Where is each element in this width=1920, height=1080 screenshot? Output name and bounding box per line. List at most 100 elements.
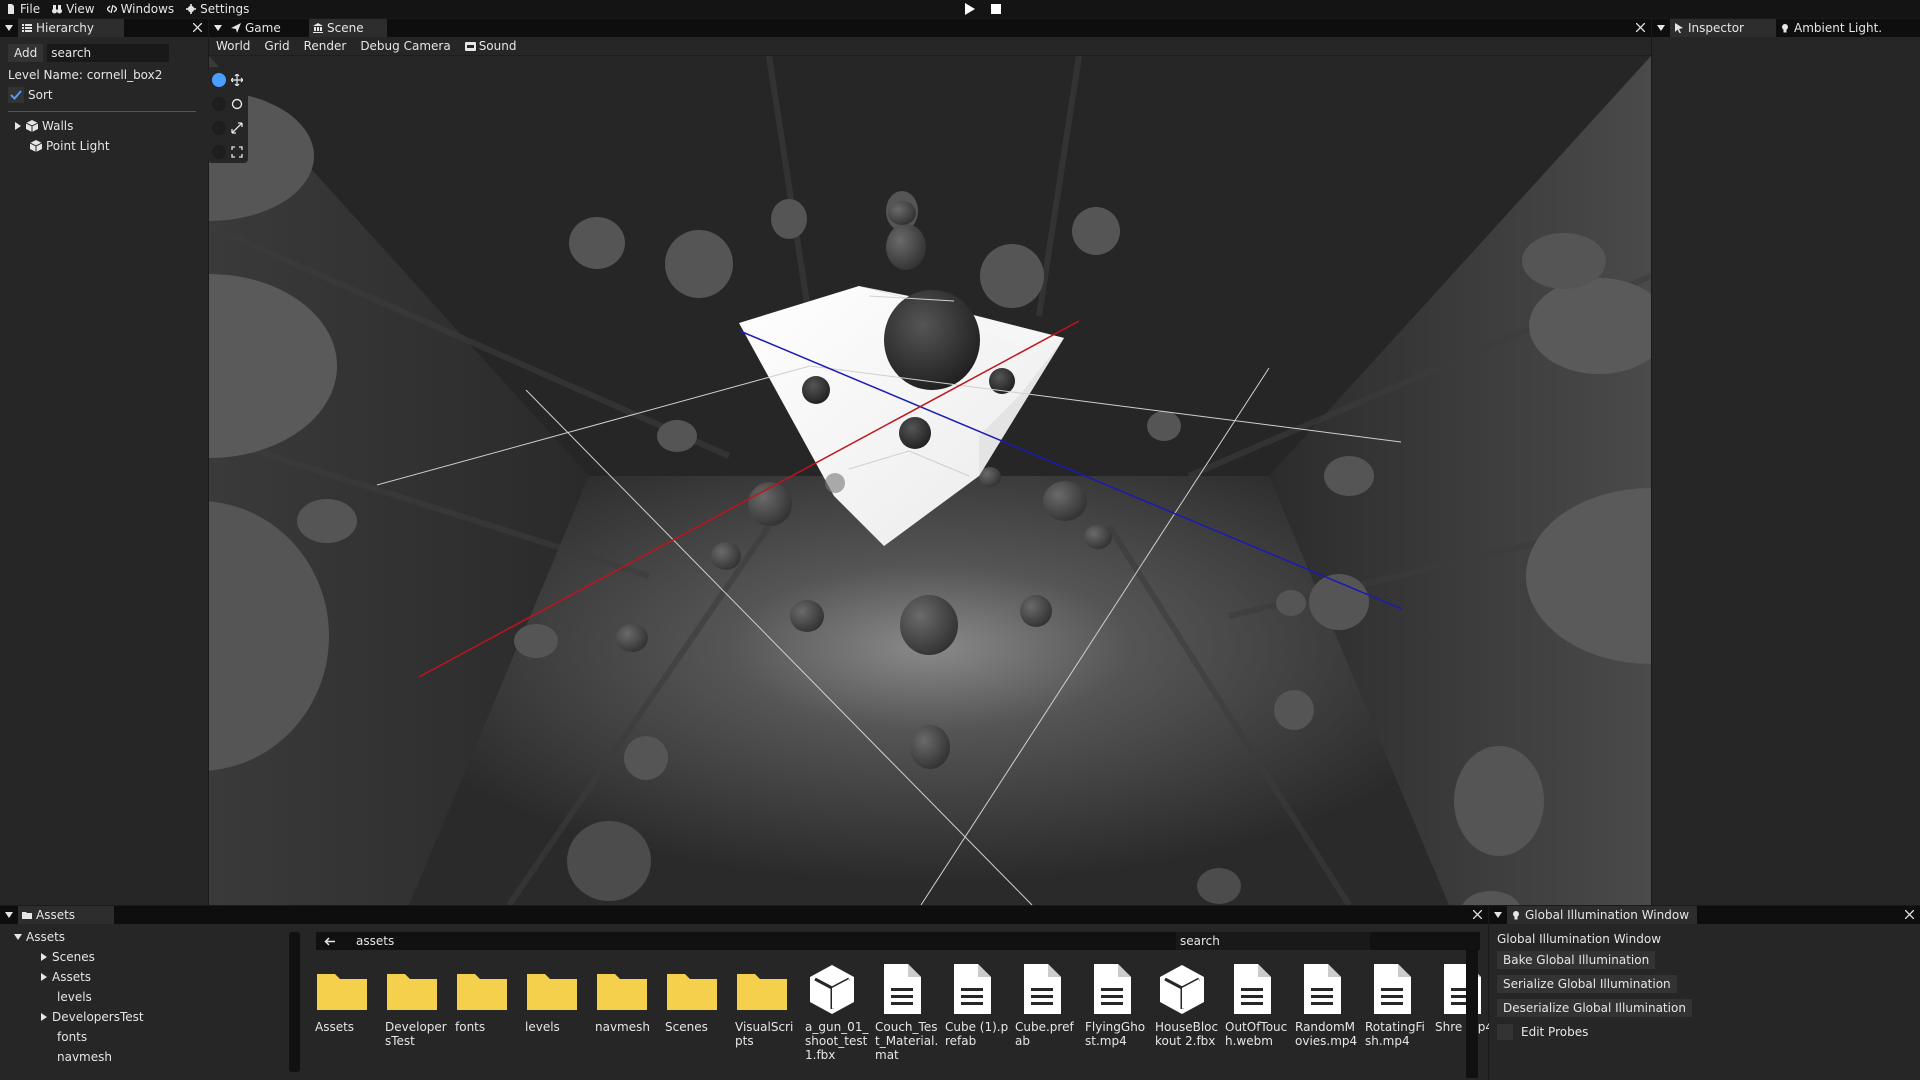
binoculars-icon [52, 5, 63, 14]
asset-tree-item[interactable]: Assets [40, 968, 91, 986]
file-item[interactable]: Cube (1).prefab [940, 956, 1008, 1076]
file-item[interactable]: RotatingFish.mp4 [1360, 956, 1425, 1076]
asset-tree-label: fonts [57, 1030, 88, 1044]
folder-item[interactable]: VisualScripts [730, 956, 793, 1076]
menu-world[interactable]: World [209, 39, 257, 53]
tab-ambient-light-label: Ambient Light. [1794, 21, 1883, 35]
folder-item[interactable]: navmesh [590, 956, 652, 1076]
asset-tree-item[interactable]: fonts [57, 1028, 87, 1046]
tab-assets[interactable]: Assets [18, 906, 114, 924]
folder-item[interactable]: DevelopersTest [380, 956, 447, 1076]
checkmark-icon [10, 90, 22, 100]
edit-probes-checkbox[interactable] [1497, 1024, 1513, 1040]
asset-label: Cube.prefab [1015, 1020, 1074, 1048]
file-item[interactable]: HouseBlockout 2.fbx [1150, 956, 1218, 1076]
tab-game[interactable]: Game [227, 19, 309, 37]
asset-tree-label: levels [57, 990, 92, 1004]
expand-arrow-icon [41, 1013, 47, 1021]
play-button[interactable] [962, 2, 978, 16]
tab-inspector[interactable]: Inspector [1670, 19, 1776, 37]
collapse-icon[interactable] [0, 906, 18, 924]
hierarchy-toolbar: Add search [8, 44, 170, 62]
folder-icon [667, 974, 717, 1010]
file-item[interactable]: Shre mp4 [1430, 956, 1493, 1076]
file-item[interactable]: a_gun_01_shoot_test1.fbx [800, 956, 868, 1076]
hierarchy-close-button[interactable] [190, 20, 204, 34]
file-item[interactable]: RandomMovies.mp4 [1290, 956, 1357, 1076]
file-item[interactable]: Cube.prefab [1010, 956, 1074, 1076]
scale-icon[interactable] [230, 121, 244, 135]
folder-item[interactable]: levels [520, 956, 582, 1076]
folder-icon [527, 974, 577, 1010]
asset-tree-item[interactable]: levels [57, 988, 92, 1006]
folder-icon [597, 974, 647, 1010]
global-illumination-panel: Global Illumination Window Global Illumi… [1489, 906, 1920, 1080]
asset-label: OutOfTouch.webm [1225, 1020, 1288, 1048]
menu-view[interactable]: View [46, 0, 100, 18]
tab-hierarchy[interactable]: Hierarchy [18, 19, 124, 37]
back-button[interactable] [320, 932, 338, 950]
asset-label: RandomMovies.mp4 [1295, 1020, 1358, 1048]
menu-settings[interactable]: Settings [180, 0, 255, 18]
asset-tree-scrollbar[interactable] [289, 932, 300, 1072]
asset-tree-item[interactable]: Scenes [40, 948, 95, 966]
edit-probes-toggle[interactable]: Edit Probes [1497, 1023, 1588, 1041]
file-item[interactable]: OutOfTouch.webm [1220, 956, 1287, 1076]
serialize-gi-button[interactable]: Serialize Global Illumination [1497, 975, 1677, 993]
deserialize-gi-button[interactable]: Deserialize Global Illumination [1497, 999, 1692, 1017]
tab-gi-label: Global Illumination Window [1525, 908, 1690, 922]
bake-gi-button[interactable]: Bake Global Illumination [1497, 951, 1656, 969]
folder-item[interactable]: Scenes [660, 956, 722, 1076]
gi-close-button[interactable] [1902, 907, 1916, 921]
tab-scene[interactable]: Scene [309, 19, 387, 37]
asset-grid-scrollbar[interactable] [1466, 932, 1478, 1078]
bounds-icon[interactable] [230, 145, 244, 159]
collapse-icon[interactable] [1652, 19, 1670, 37]
asset-search-input[interactable]: search [1176, 932, 1370, 950]
collapse-icon[interactable] [209, 19, 227, 37]
menu-grid[interactable]: Grid [257, 39, 296, 53]
rotate-icon[interactable] [230, 97, 244, 111]
menu-sound[interactable]: Sound [458, 39, 524, 53]
hierarchy-search-input[interactable]: search [47, 44, 170, 62]
tab-ambient-light[interactable]: Ambient Light. [1776, 19, 1896, 37]
assets-close-button[interactable] [1470, 907, 1484, 921]
asset-tree-item[interactable]: Assets [14, 928, 65, 946]
file-item[interactable]: Couch_Test_Material.mat [870, 956, 938, 1076]
sort-toggle[interactable]: Sort [8, 86, 53, 104]
tab-hierarchy-label: Hierarchy [36, 21, 95, 35]
file-item[interactable]: FlyingGhost.mp4 [1080, 956, 1145, 1076]
menu-render[interactable]: Render [297, 39, 354, 53]
tree-item-point-light[interactable]: Point Light [30, 137, 110, 155]
tab-gi[interactable]: Global Illumination Window [1507, 906, 1697, 924]
gi-header: Global Illumination Window [1489, 906, 1920, 924]
sort-checkbox[interactable] [8, 87, 24, 103]
bounds-radio[interactable] [212, 145, 226, 159]
add-button[interactable]: Add [8, 44, 44, 62]
model-icon [1160, 965, 1204, 1014]
scene-view[interactable] [209, 56, 1651, 905]
scale-radio[interactable] [212, 121, 226, 135]
folder-item[interactable]: Assets [310, 956, 372, 1076]
folder-item[interactable]: fonts [450, 956, 512, 1076]
move-icon[interactable] [230, 73, 244, 87]
asset-label: navmesh [595, 1020, 650, 1034]
menu-debug-camera[interactable]: Debug Camera [353, 39, 457, 53]
asset-label: FlyingGhost.mp4 [1085, 1020, 1146, 1048]
collapse-icon[interactable] [1489, 906, 1507, 924]
asset-tree-label: Assets [52, 970, 92, 984]
translate-radio[interactable] [212, 73, 226, 87]
asset-tree-item[interactable]: DevelopersTest [40, 1008, 144, 1026]
tree-item-walls[interactable]: Walls [14, 117, 73, 135]
asset-tree-item[interactable]: navmesh [57, 1048, 112, 1066]
asset-path-bar: assets search [316, 932, 1480, 950]
sort-label: Sort [28, 88, 53, 102]
viewport-close-button[interactable] [1633, 20, 1647, 34]
menu-file[interactable]: File [0, 0, 46, 18]
rotate-radio[interactable] [212, 97, 226, 111]
asset-tree-label: Scenes [52, 950, 95, 964]
menu-windows[interactable]: Windows [101, 0, 181, 18]
collapse-icon[interactable] [0, 19, 18, 37]
hierarchy-header: Hierarchy [0, 19, 208, 37]
stop-button[interactable] [988, 2, 1004, 16]
